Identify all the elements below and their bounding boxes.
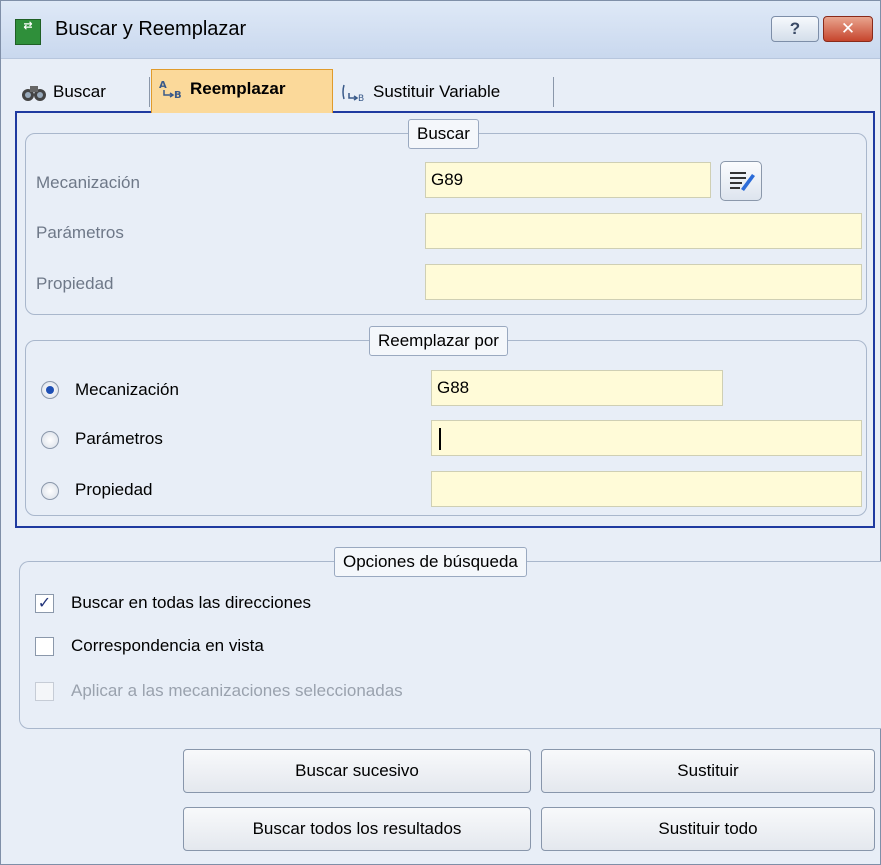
app-icon: ⇄ — [15, 19, 41, 45]
tab-sustituir-variable-label: Sustituir Variable — [373, 82, 501, 101]
edit-list-icon — [730, 172, 755, 191]
replace-parametros-input[interactable] — [431, 420, 862, 456]
tab-strip: Buscar A B Reemplazar B Sustituir Variab… — [15, 67, 875, 113]
find-all-button[interactable]: Buscar todos los resultados — [183, 807, 531, 851]
match-in-view-label: Correspondencia en vista — [71, 636, 264, 655]
search-parametros-label: Parámetros — [36, 223, 124, 242]
replace-propiedad-input[interactable] — [431, 471, 862, 507]
search-propiedad-input[interactable] — [425, 264, 862, 300]
tab-buscar-label: Buscar — [53, 82, 106, 101]
replace-group-legend: Reemplazar por — [369, 326, 508, 356]
find-replace-dialog: ⇄ Buscar y Reemplazar ? ✕ Buscar A B Ree… — [0, 0, 881, 865]
match-in-view-checkbox[interactable] — [35, 637, 54, 656]
close-button[interactable]: ✕ — [823, 16, 873, 42]
svg-text:B: B — [174, 90, 182, 100]
search-parametros-input[interactable] — [425, 213, 862, 249]
tab-separator — [149, 77, 150, 107]
title-bar: ⇄ Buscar y Reemplazar ? ✕ — [1, 1, 880, 59]
replace-propiedad-label: Propiedad — [75, 480, 153, 499]
svg-text:B: B — [358, 94, 364, 103]
all-directions-label: Buscar en todas las direcciones — [71, 593, 312, 612]
apply-selected-checkbox — [35, 682, 54, 701]
replace-mecanizacion-radio[interactable] — [41, 381, 59, 399]
replace-button[interactable]: Sustituir — [541, 749, 875, 793]
help-button[interactable]: ? — [771, 16, 819, 42]
all-directions-checkbox[interactable]: ✓ — [35, 594, 54, 613]
replace-mecanizacion-input[interactable]: G88 — [431, 370, 723, 406]
replace-icon: A B — [159, 80, 182, 100]
search-mecanizacion-label: Mecanización — [36, 173, 140, 192]
options-group-legend: Opciones de búsqueda — [334, 547, 527, 577]
search-propiedad-label: Propiedad — [36, 274, 114, 293]
replace-parametros-radio[interactable] — [41, 431, 59, 449]
binoculars-icon — [22, 86, 46, 101]
svg-text:A: A — [159, 80, 167, 91]
window-title: Buscar y Reemplazar — [55, 18, 247, 40]
search-group-legend: Buscar — [408, 119, 479, 149]
tab-reemplazar-label: Reemplazar — [190, 79, 286, 98]
replace-propiedad-radio[interactable] — [41, 482, 59, 500]
apply-selected-label: Aplicar a las mecanizaciones seleccionad… — [71, 681, 403, 700]
tab-buscar[interactable]: Buscar — [15, 73, 149, 113]
tab-reemplazar[interactable]: A B Reemplazar — [151, 69, 333, 113]
tab-sustituir-variable[interactable]: B Sustituir Variable — [335, 73, 553, 113]
machining-picker-button[interactable] — [720, 161, 762, 201]
replace-all-button[interactable]: Sustituir todo — [541, 807, 875, 851]
replace-parametros-label: Parámetros — [75, 429, 163, 448]
text-caret — [439, 427, 441, 450]
search-mecanizacion-input[interactable]: G89 — [425, 162, 711, 198]
substitute-variable-icon: B — [342, 84, 364, 103]
find-next-button[interactable]: Buscar sucesivo — [183, 749, 531, 793]
tab-separator — [553, 77, 554, 107]
replace-mecanizacion-label: Mecanización — [75, 380, 179, 399]
